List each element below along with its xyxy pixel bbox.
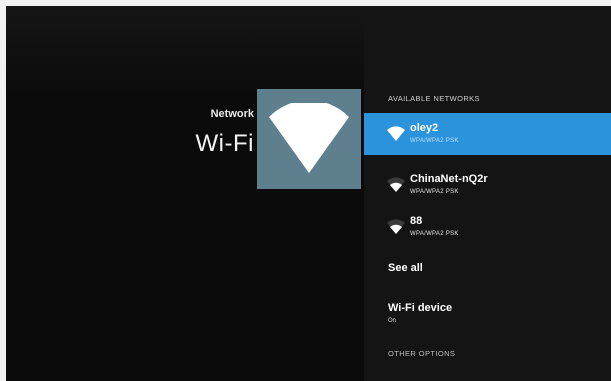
section-label: Network (210, 108, 254, 120)
network-name: 88 (410, 215, 423, 227)
network-item-chinanet[interactable]: ChinaNet-nQ2r WPA/WPA2 PSK (364, 164, 611, 206)
see-all-button[interactable]: See all (388, 262, 423, 274)
network-item-oley2[interactable]: oley2 WPA/WPA2 PSK (364, 113, 611, 155)
network-item-88[interactable]: 88 WPA/WPA2 PSK (364, 206, 611, 248)
tv-screen: Network Wi-Fi AVAILABLE NETWORKS oley2 W… (6, 6, 611, 381)
network-name: ChinaNet-nQ2r (410, 173, 488, 185)
settings-panel: AVAILABLE NETWORKS oley2 WPA/WPA2 PSK Ch… (364, 6, 611, 381)
network-security: WPA/WPA2 PSK (410, 138, 459, 144)
wifi-icon (387, 177, 405, 192)
wifi-icon (387, 219, 405, 234)
hero-tile (257, 89, 361, 189)
wifi-icon (269, 103, 349, 173)
network-name: oley2 (410, 122, 439, 134)
wifi-icon (387, 126, 405, 141)
wifi-device-status: On (388, 318, 397, 324)
network-security: WPA/WPA2 PSK (410, 231, 459, 237)
network-security: WPA/WPA2 PSK (410, 189, 459, 195)
other-options-header: OTHER OPTIONS (388, 349, 456, 358)
wifi-device-item[interactable]: Wi-Fi device (388, 302, 452, 314)
page-title: Wi-Fi (195, 130, 254, 157)
available-networks-header: AVAILABLE NETWORKS (388, 94, 480, 103)
